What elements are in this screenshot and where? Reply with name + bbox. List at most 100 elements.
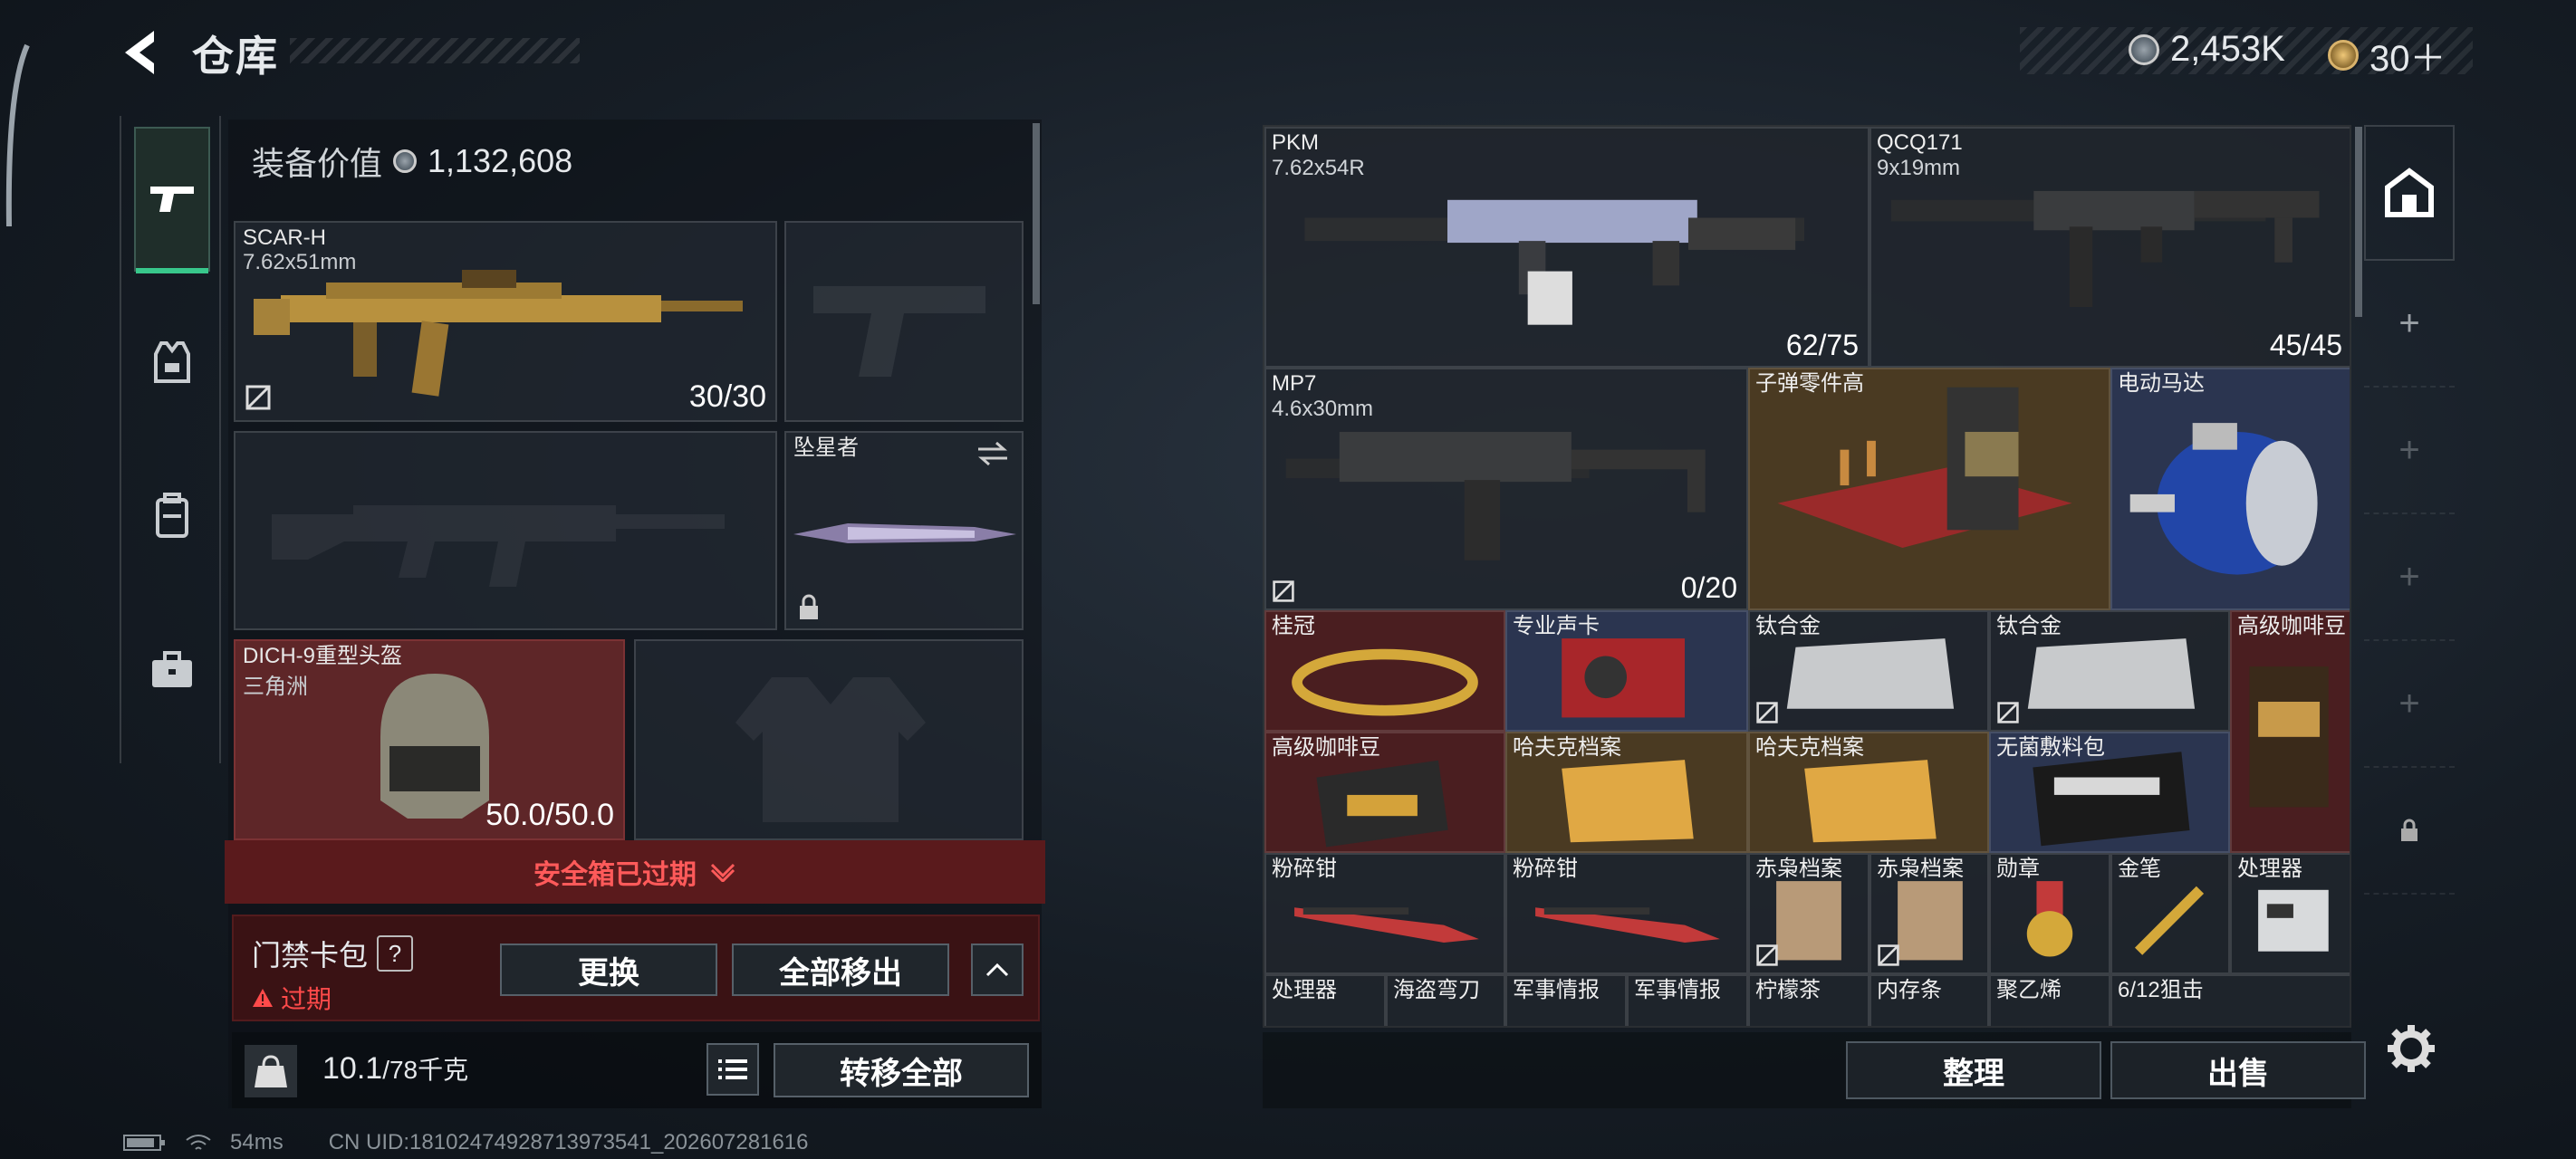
stash-item-crusher-pliers[interactable]: 粉碎钳 xyxy=(1505,853,1748,974)
primary-weapon-slot[interactable]: SCAR-H 7.62x51mm 30/30 xyxy=(234,221,777,422)
stash-item-red-owl-file[interactable]: 赤枭档案 xyxy=(1748,853,1870,974)
stash-tab-main[interactable] xyxy=(2364,125,2455,261)
toolbox-image xyxy=(1777,387,2072,549)
stash-item-laurel[interactable]: 桂冠 xyxy=(1264,610,1505,732)
stash-item-electric-motor[interactable]: 电动马达 xyxy=(2110,368,2350,610)
stash-item-bullet-parts[interactable]: 子弹零件高 xyxy=(1748,368,2110,610)
warehouse-icon xyxy=(2385,168,2434,217)
stash-item-pkm[interactable]: PKM 7.62x54R 62/75 xyxy=(1264,127,1870,368)
stash-item-processor[interactable]: 处理器 xyxy=(1264,974,1386,1026)
item-name: 处理器 xyxy=(2237,857,2302,881)
melee-slot[interactable]: 坠星者 xyxy=(784,431,1024,630)
item-caliber: 7.62x54R xyxy=(1272,156,1365,180)
armor-slot[interactable] xyxy=(634,639,1024,840)
title-decoration xyxy=(290,38,580,63)
gold-amount: 30＋ xyxy=(2369,39,2446,79)
stash-item-coffee-beans[interactable]: 高级咖啡豆 xyxy=(1264,732,1505,853)
stash-item-crusher-pliers[interactable]: 粉碎钳 xyxy=(1264,853,1505,974)
stash-item-haavk-file[interactable]: 哈夫克档案 xyxy=(1748,732,1989,853)
settings-button[interactable] xyxy=(2384,1021,2438,1076)
empty-rifle-icon xyxy=(272,505,725,587)
item-name: 钛合金 xyxy=(1755,614,1821,638)
silver-coin-icon xyxy=(2129,34,2159,65)
plus-icon: + xyxy=(2398,556,2420,597)
item-name: 钛合金 xyxy=(1996,614,2062,638)
item-name: 哈夫克档案 xyxy=(1755,735,1864,760)
briefcase-icon xyxy=(152,651,192,687)
swap-icon[interactable] xyxy=(975,440,1011,467)
stash-tab-add-3[interactable]: + xyxy=(2364,514,2455,641)
list-icon xyxy=(718,1059,747,1079)
stash-item-pirate-cutlass[interactable]: 海盗弯刀 xyxy=(1386,974,1505,1026)
back-button[interactable] xyxy=(118,25,168,80)
item-name: 勋章 xyxy=(1996,857,2040,881)
stash-item-titanium[interactable]: 钛合金 xyxy=(1748,610,1989,732)
list-view-button[interactable] xyxy=(706,1043,759,1096)
item-name: 海盗弯刀 xyxy=(1393,978,1480,1002)
secondary-weapon-slot[interactable] xyxy=(234,431,777,630)
stash-item-military-intel[interactable]: 军事情报 xyxy=(1505,974,1627,1026)
stash-item-sniper-ammo[interactable]: 6/12狙击 xyxy=(2110,974,2350,1026)
wifi-icon xyxy=(186,1135,211,1150)
item-name: 柠檬茶 xyxy=(1755,978,1821,1002)
stash-item-polyethylene[interactable]: 聚乙烯 xyxy=(1989,974,2110,1026)
stash-item-qcq171[interactable]: QCQ171 9x19mm 45/45 xyxy=(1870,127,2350,368)
no-trade-icon xyxy=(1273,580,1294,602)
gold-currency[interactable]: 30＋ xyxy=(2328,29,2446,81)
stash-item-mp7[interactable]: MP7 4.6x30mm 0/20 xyxy=(1264,368,1748,610)
pistol-icon xyxy=(150,187,194,212)
stash-item-processor[interactable]: 处理器 xyxy=(2230,853,2350,974)
stash-tab-add-1[interactable]: + xyxy=(2364,261,2455,388)
stash-item-titanium[interactable]: 钛合金 xyxy=(1989,610,2230,732)
item-name: 内存条 xyxy=(1877,978,1942,1002)
safe-box-label: 安全箱已过期 xyxy=(533,860,697,890)
helmet-slot[interactable]: DICH-9重型头盔 三角洲 50.0/50.0 xyxy=(234,639,625,840)
stash-item-memory-stick[interactable]: 内存条 xyxy=(1870,974,1989,1026)
stash-grid: PKM 7.62x54R 62/75 QCQ171 9x19mm 45/45 M… xyxy=(1263,125,2351,1028)
sort-button[interactable]: 整理 xyxy=(1846,1041,2101,1099)
silver-currency: 2,453K xyxy=(2129,29,2285,70)
stash-tab-add-4[interactable]: + xyxy=(2364,641,2455,768)
stash-item-sterile-dressing[interactable]: 无菌敷料包 xyxy=(1989,732,2230,853)
sell-button[interactable]: 出售 xyxy=(2110,1041,2366,1099)
stash-item-red-owl-file[interactable]: 赤枭档案 xyxy=(1870,853,1989,974)
stash-item-sound-card[interactable]: 专业声卡 xyxy=(1505,610,1748,732)
item-name: 粉碎钳 xyxy=(1513,857,1578,881)
stash-tab-add-2[interactable]: + xyxy=(2364,388,2455,514)
sidearm-slot[interactable] xyxy=(784,221,1024,422)
item-name: 高级咖啡豆 xyxy=(2237,614,2346,638)
stash-scrollbar[interactable] xyxy=(2355,127,2362,317)
item-name: 桂冠 xyxy=(1272,614,1315,638)
stash-item-military-intel[interactable]: 军事情报 xyxy=(1627,974,1748,1026)
rail-tab-case[interactable] xyxy=(134,632,210,708)
remove-all-button[interactable]: 全部移出 xyxy=(732,943,949,996)
item-name: 聚乙烯 xyxy=(1996,978,2062,1002)
item-name: 6/12狙击 xyxy=(2118,978,2204,1002)
stash-item-haavk-file[interactable]: 哈夫克档案 xyxy=(1505,732,1748,853)
no-trade-icon xyxy=(1997,702,2019,723)
stash-item-coffee-beans[interactable]: 高级咖啡豆 xyxy=(2230,610,2350,853)
safe-box-expired-bar[interactable]: 安全箱已过期 xyxy=(225,840,1045,904)
loadout-scrollbar[interactable] xyxy=(1033,123,1040,304)
rail-tab-weapons[interactable] xyxy=(134,127,210,273)
item-name: 无菌敷料包 xyxy=(1996,735,2105,760)
collapse-button[interactable] xyxy=(971,943,1024,996)
stash-item-lemon-tea[interactable]: 柠檬茶 xyxy=(1748,974,1870,1026)
stash-item-gold-pen[interactable]: 金笔 xyxy=(2110,853,2230,974)
help-icon[interactable]: ? xyxy=(377,935,414,972)
replace-button[interactable]: 更换 xyxy=(500,943,717,996)
item-count: 0/20 xyxy=(1680,571,1737,604)
knife-image xyxy=(793,523,1016,543)
stash-tab-locked[interactable] xyxy=(2364,768,2455,895)
stash-item-medal[interactable]: 勋章 xyxy=(1989,853,2110,974)
item-name: MP7 xyxy=(1272,371,1317,396)
rail-tab-armor[interactable] xyxy=(134,324,210,400)
transfer-all-button[interactable]: 转移全部 xyxy=(774,1043,1029,1097)
rail-tab-backpack[interactable] xyxy=(134,478,210,554)
melee-name: 坠星者 xyxy=(793,436,859,460)
chevron-down-icon xyxy=(710,863,735,882)
plus-icon: + xyxy=(2398,302,2420,343)
chevron-up-icon xyxy=(985,963,1009,977)
weight-bar: 10.1/78千克 转移全部 xyxy=(232,1032,1042,1108)
item-name: 赤枭档案 xyxy=(1877,857,1964,881)
